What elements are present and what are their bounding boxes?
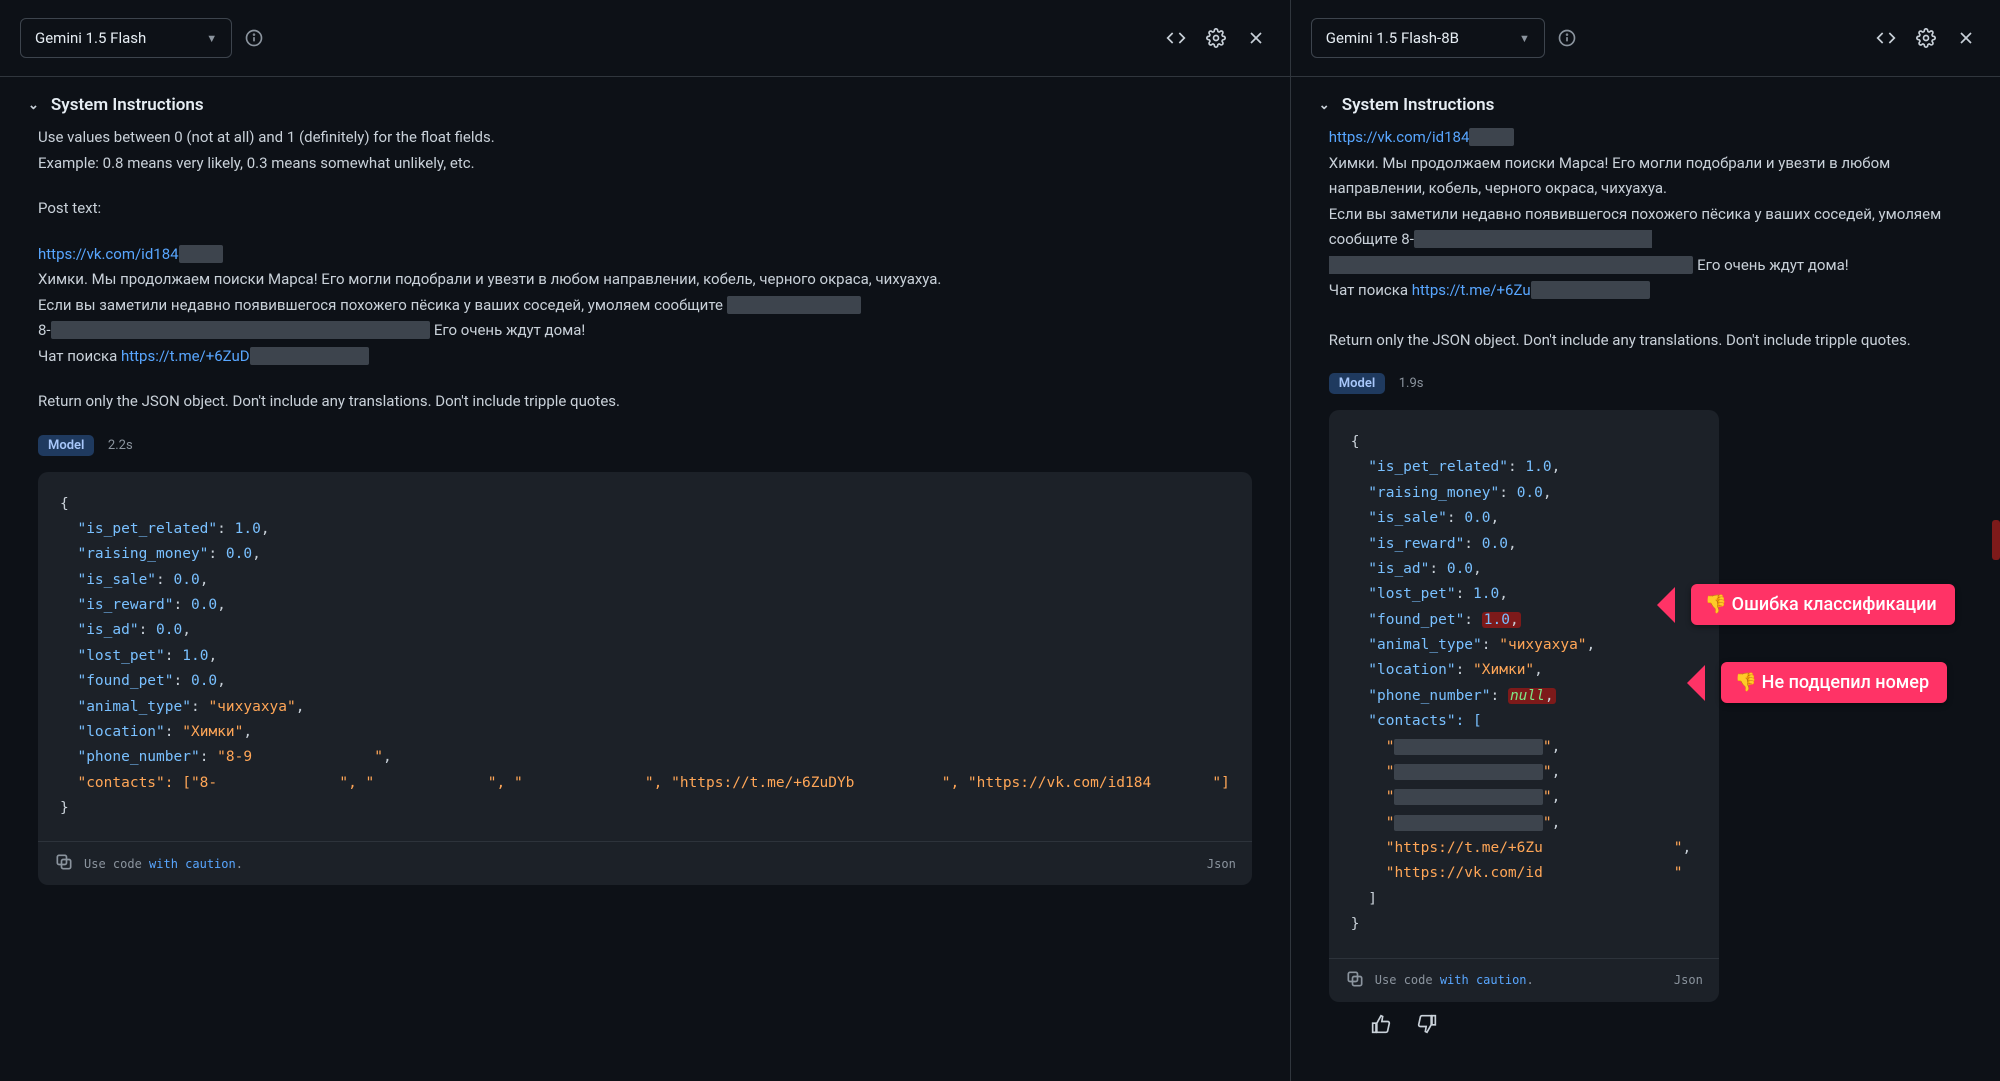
tme-link[interactable]: https://t.me/+6Zuxxxxxxxxxxxxxxxx — [1412, 281, 1650, 299]
panel-right: Gemini 1.5 Flash-8B ▼ ⌄ System Instructi… — [1291, 0, 2000, 1081]
body-line-2a: Если вы заметили недавно появившегося по… — [38, 296, 727, 314]
system-instructions-label: System Instructions — [1342, 95, 1495, 115]
code-footer: Use code with caution. Json — [38, 841, 1252, 885]
callout-classification-error: 👎 Ошибка классификации — [1691, 584, 1955, 625]
chevron-down-icon: ⌄ — [28, 98, 39, 113]
return-instruction: Return only the JSON object. Don't inclu… — [1329, 328, 1962, 354]
thumbs-down-icon[interactable] — [1413, 1010, 1441, 1038]
body-line-1: Химки. Мы продолжаем поиски Марса! Его м… — [38, 270, 941, 288]
info-icon[interactable] — [244, 28, 264, 48]
model-name: Gemini 1.5 Flash — [35, 29, 146, 47]
model-chip: Model — [38, 435, 94, 456]
system-instructions-header[interactable]: ⌄ System Instructions — [0, 77, 1290, 125]
timing-label: 1.9s — [1399, 376, 1424, 391]
code-icon[interactable] — [1162, 24, 1190, 52]
scroll-indicator — [1992, 520, 2000, 560]
chevron-down-icon: ⌄ — [1319, 98, 1330, 113]
close-icon[interactable] — [1952, 24, 1980, 52]
chevron-down-icon: ▼ — [1519, 32, 1530, 45]
gear-icon[interactable] — [1912, 24, 1940, 52]
vk-link[interactable]: https://vk.com/id184xxxxxx — [38, 245, 223, 263]
caution-link[interactable]: with caution — [1440, 973, 1527, 987]
chevron-down-icon: ▼ — [206, 32, 217, 45]
tme-link[interactable]: https://t.me/+6ZuDxxxxxxxxxxxxxxxx — [121, 347, 369, 365]
info-icon[interactable] — [1557, 28, 1577, 48]
prompt-text: https://vk.com/id184xxxxxx Химки. Мы про… — [1329, 125, 1962, 353]
timing-label: 2.2s — [108, 438, 133, 453]
chat-prefix: Чат поиска — [38, 347, 121, 365]
callout-missed-number: 👎 Не подцепил номер — [1721, 662, 1947, 703]
prompt-text: Use values between 0 (not at all) and 1 … — [38, 125, 1252, 415]
system-instructions-header[interactable]: ⌄ System Instructions — [1291, 77, 2000, 125]
body-line-2b: 8- — [38, 321, 51, 339]
model-selector[interactable]: Gemini 1.5 Flash ▼ — [20, 18, 232, 58]
caution-text: Use code with caution. — [84, 857, 243, 871]
gear-icon[interactable] — [1202, 24, 1230, 52]
lang-label: Json — [1674, 973, 1703, 987]
copy-icon[interactable] — [54, 852, 74, 875]
body-line-2c: Его очень ждут дома! — [1693, 256, 1848, 274]
intro-line2: Example: 0.8 means very likely, 0.3 mean… — [38, 154, 475, 172]
code-icon[interactable] — [1872, 24, 1900, 52]
vk-link[interactable]: https://vk.com/id184xxxxxx — [1329, 128, 1514, 146]
post-text-label: Post text: — [38, 196, 1252, 222]
topbar: Gemini 1.5 Flash-8B ▼ — [1291, 0, 2000, 77]
content-area: Use values between 0 (not at all) and 1 … — [0, 125, 1290, 1081]
return-instruction: Return only the JSON object. Don't inclu… — [38, 389, 1252, 415]
body-line-1: Химки. Мы продолжаем поиски Марса! Его м… — [1329, 154, 1891, 198]
model-chip: Model — [1329, 373, 1385, 394]
response-header: Model 1.9s — [1329, 373, 1962, 394]
code-block: { "is_pet_related": 1.0, "raising_money"… — [38, 472, 1252, 886]
panel-left: Gemini 1.5 Flash ▼ ⌄ System Instructions — [0, 0, 1291, 1081]
system-instructions-label: System Instructions — [51, 95, 204, 115]
redacted: xxxxxxxxxxxxxxxxxx — [727, 296, 861, 314]
chat-prefix: Чат поиска — [1329, 281, 1412, 299]
redacted: xxxxxxxxxxxxxxxxxxxxxxxxxxxxxxxxxxxxxxxx… — [51, 321, 431, 339]
code-body[interactable]: { "is_pet_related": 1.0, "raising_money"… — [38, 472, 1252, 842]
response-header: Model 2.2s — [38, 435, 1252, 456]
thumbs-up-icon[interactable] — [1367, 1010, 1395, 1038]
feedback-row — [1329, 1002, 1962, 1054]
code-body[interactable]: { "is_pet_related": 1.0, "raising_money"… — [1329, 410, 1719, 958]
body-line-2c: Его очень ждут дома! — [430, 321, 585, 339]
copy-icon[interactable] — [1345, 969, 1365, 992]
lang-label: Json — [1207, 857, 1236, 871]
intro-line1: Use values between 0 (not at all) and 1 … — [38, 128, 495, 146]
caution-text: Use code with caution. — [1375, 973, 1534, 987]
code-footer: Use code with caution. Json — [1329, 958, 1719, 1002]
model-selector[interactable]: Gemini 1.5 Flash-8B ▼ — [1311, 18, 1545, 58]
close-icon[interactable] — [1242, 24, 1270, 52]
code-block: { "is_pet_related": 1.0, "raising_money"… — [1329, 410, 1719, 1002]
model-name: Gemini 1.5 Flash-8B — [1326, 29, 1459, 47]
app-root: Gemini 1.5 Flash ▼ ⌄ System Instructions — [0, 0, 2000, 1081]
topbar: Gemini 1.5 Flash ▼ — [0, 0, 1290, 77]
caution-link[interactable]: with caution — [149, 857, 236, 871]
